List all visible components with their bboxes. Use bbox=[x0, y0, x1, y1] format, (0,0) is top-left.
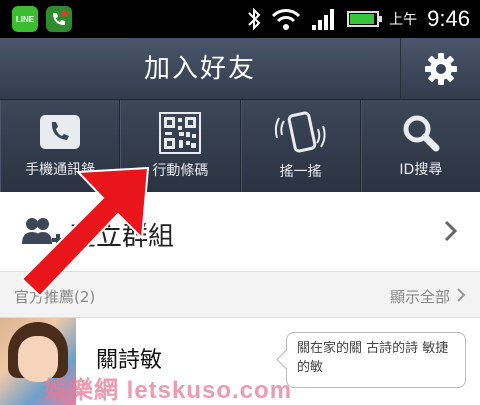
search-icon bbox=[403, 115, 440, 152]
status-message-bubble: 關在家的關 古詩的詩 敏捷的敏 bbox=[286, 332, 466, 388]
battery-icon bbox=[347, 11, 383, 27]
section-title: 官方推薦(2) bbox=[14, 288, 96, 306]
bluetooth-icon bbox=[248, 7, 261, 31]
tool-shake[interactable]: 搖一搖 bbox=[240, 100, 361, 192]
chevron-right-icon bbox=[457, 288, 466, 302]
add-method-toolbar: 手機通訊錄 行動條碼 搖一搖 ID搜尋 bbox=[0, 100, 480, 192]
wifi-icon bbox=[272, 9, 301, 30]
qr-code-icon bbox=[159, 112, 202, 154]
tool-id-search[interactable]: ID搜尋 bbox=[360, 100, 480, 192]
tool-label: 行動條碼 bbox=[152, 163, 209, 179]
tool-qr-code[interactable]: 行動條碼 bbox=[120, 100, 241, 192]
title-bar: 加入好友 bbox=[0, 38, 480, 100]
page-title: 加入好友 bbox=[143, 54, 256, 84]
phone-book-icon bbox=[40, 115, 81, 149]
tool-phone-book[interactable]: 手機通訊錄 bbox=[0, 100, 121, 192]
tool-label: 搖一搖 bbox=[279, 164, 322, 180]
show-all-link[interactable]: 顯示全部 bbox=[390, 286, 450, 307]
create-group-row[interactable]: 建立群組 bbox=[0, 192, 480, 272]
official-recommend-header: 官方推薦(2) 顯示全部 bbox=[0, 272, 480, 318]
tool-label: 手機通訊錄 bbox=[25, 162, 96, 178]
signal-icon bbox=[312, 9, 335, 30]
status-bar: LINE 上午 9:46 bbox=[0, 0, 480, 38]
gear-icon bbox=[424, 53, 457, 85]
watermark: 娛樂網 letskuso.com bbox=[44, 377, 293, 404]
chevron-right-icon bbox=[444, 220, 458, 242]
clock-ampm: 上午 bbox=[389, 12, 418, 28]
missed-call-icon bbox=[46, 6, 72, 32]
shake-phone-icon bbox=[274, 111, 326, 153]
settings-button[interactable] bbox=[400, 38, 480, 100]
add-group-icon bbox=[22, 218, 64, 246]
clock-time: 9:46 bbox=[427, 6, 470, 31]
tool-label: ID搜尋 bbox=[399, 162, 443, 178]
create-group-label: 建立群組 bbox=[70, 222, 175, 252]
line-app-icon: LINE bbox=[12, 6, 38, 32]
